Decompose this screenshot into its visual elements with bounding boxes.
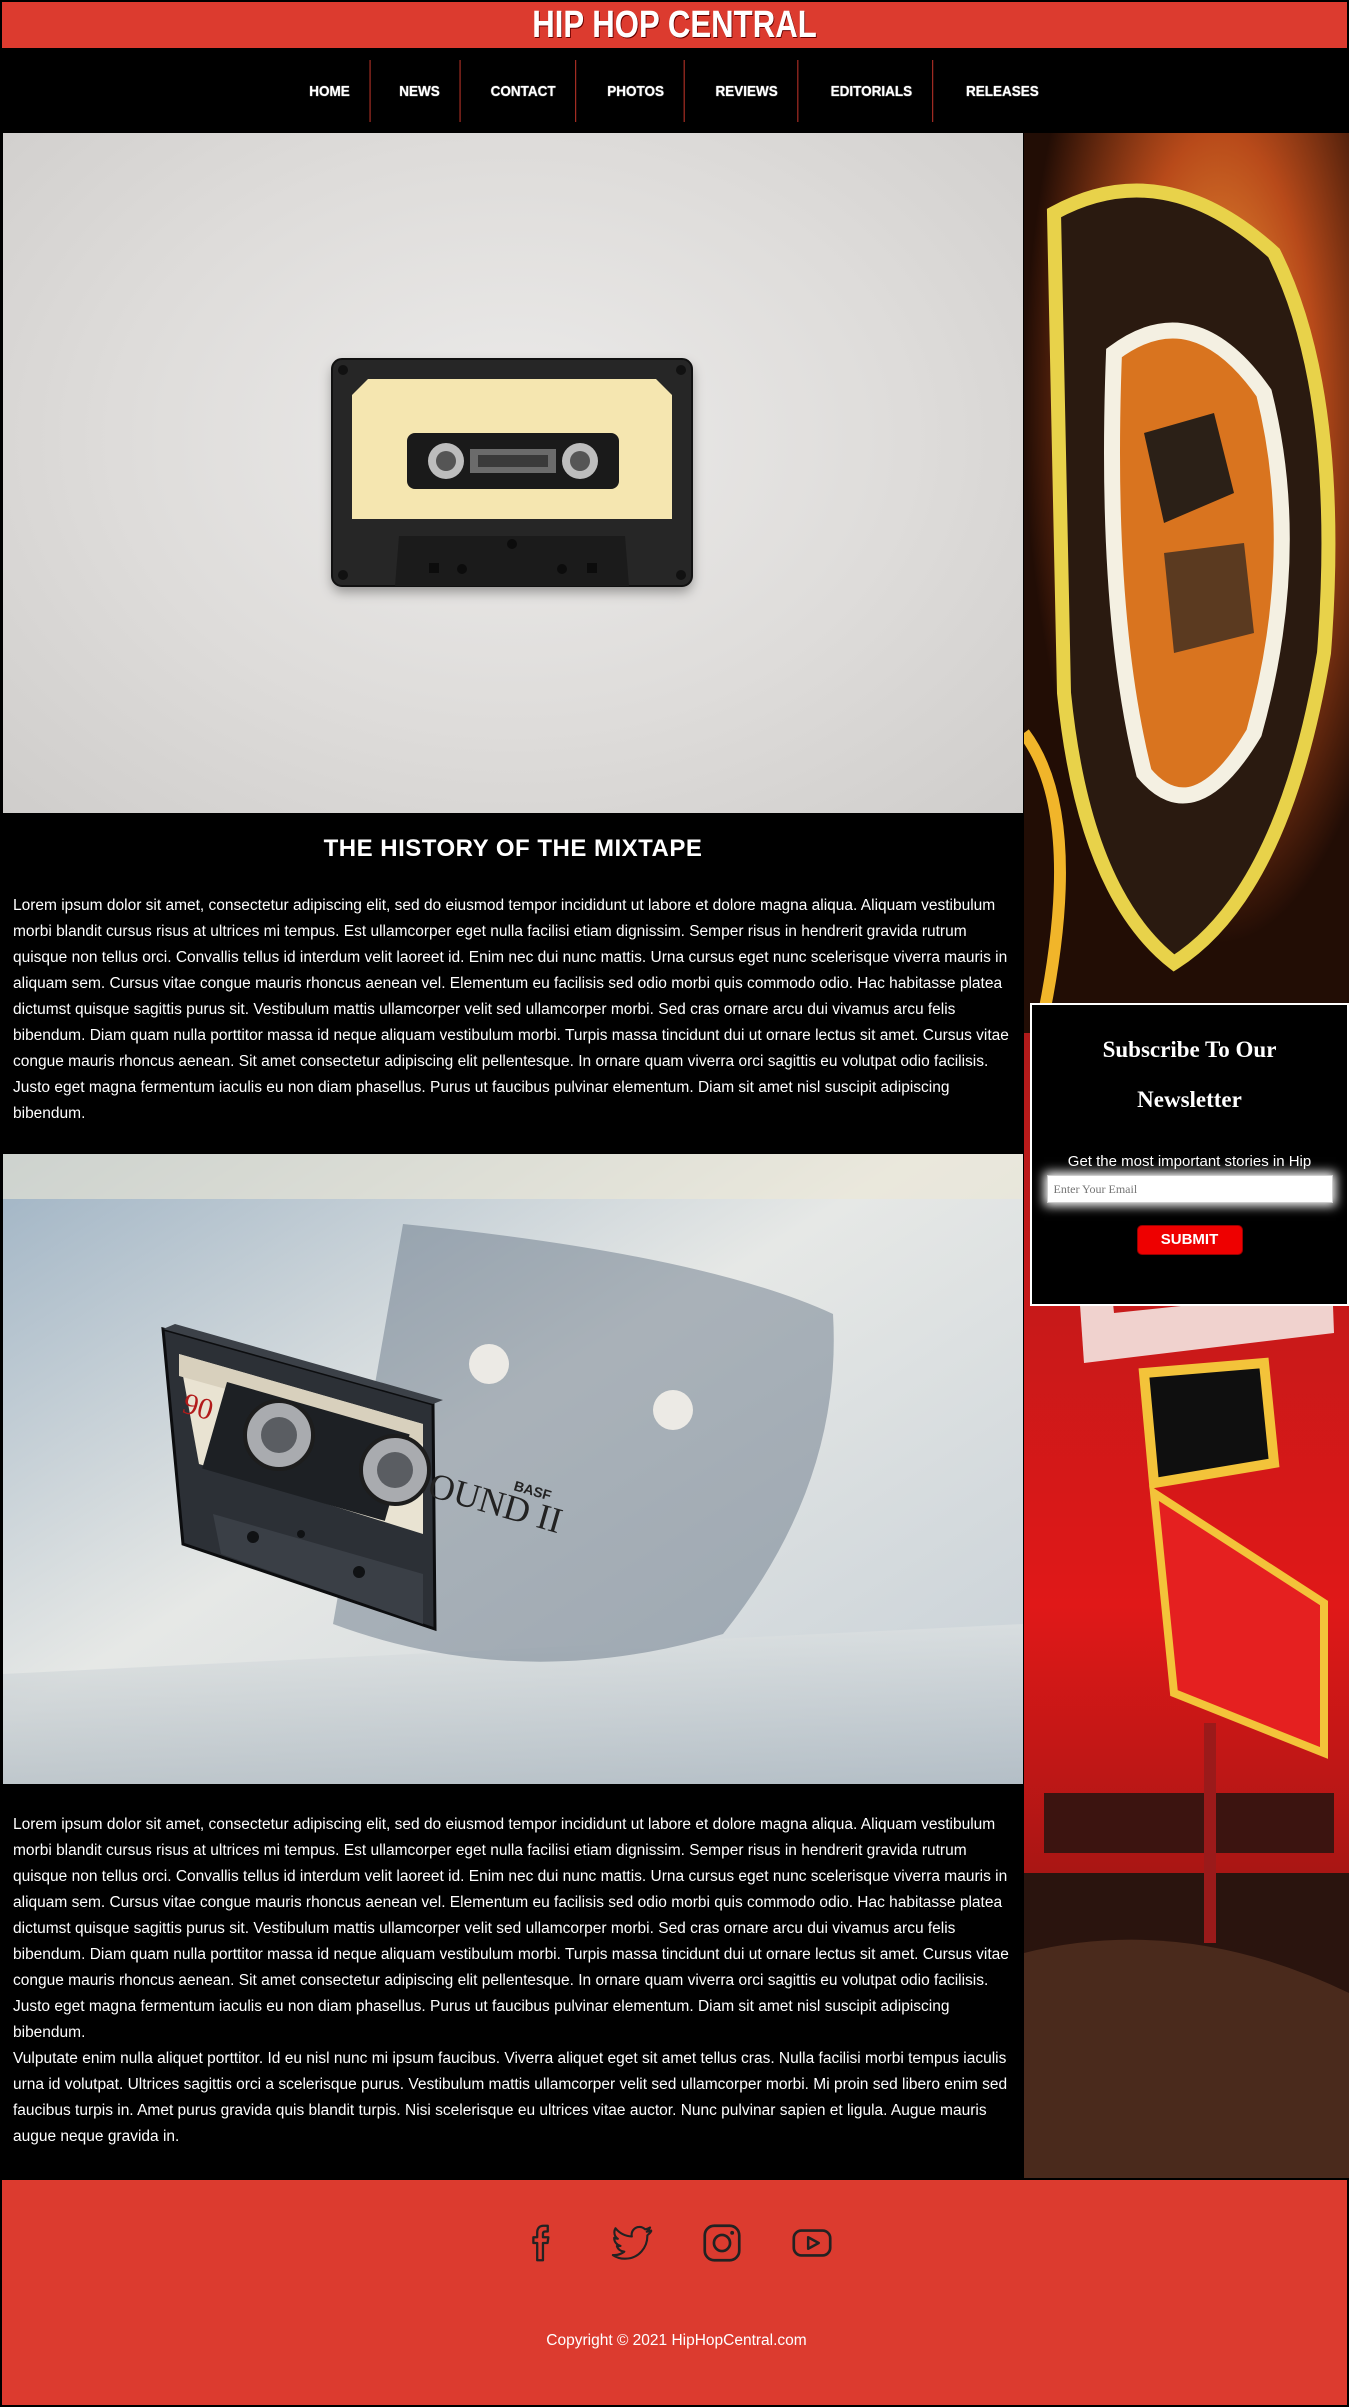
newsletter-title: Subscribe To Our Newsletter [1102,1037,1277,1112]
main-nav: HOME NEWS CONTACT PHOTOS REVIEWS EDITORI… [0,50,1349,132]
nav-item-editorials[interactable]: EDITORIALS [811,60,933,122]
youtube-icon[interactable] [789,2220,835,2266]
transparent-cassette-illustration: 90 SOUND II BASF [3,1154,1023,1784]
nav-item-home[interactable]: HOME [289,60,371,122]
social-links [2,2220,1349,2266]
newsletter-box: Subscribe To Our Newsletter Get the most… [1030,1003,1349,1306]
article-title: THE HISTORY OF THE MIXTAPE [323,835,703,862]
submit-button[interactable]: SUBMIT [1136,1225,1243,1255]
article-paragraph-3: Vulputate enim nulla aliquet porttitor. … [13,2050,1008,2145]
nav-item-photos[interactable]: PHOTOS [587,60,685,122]
article-paragraph-2: Lorem ipsum dolor sit amet, consectetur … [13,1816,1009,2041]
instagram-icon[interactable] [699,2220,745,2266]
nav-item-contact[interactable]: CONTACT [470,60,576,122]
facebook-icon[interactable] [519,2220,565,2266]
site-header: HIP HOP CENTRAL [0,0,1349,50]
article-paragraph-1: Lorem ipsum dolor sit amet, consectetur … [13,897,1009,1122]
transparent-cassette-image: 90 SOUND II BASF [3,1154,1023,1784]
site-title[interactable]: HIP HOP CENTRAL [532,4,817,47]
site-footer: Copyright © 2021 HipHopCentral.com [0,2178,1349,2407]
cassette-illustration [331,358,693,587]
nav-item-news[interactable]: NEWS [379,60,461,122]
copyright-text: Copyright © 2021 HipHopCentral.com [546,2332,807,2349]
hero-cassette-image [3,133,1023,813]
nav-item-reviews[interactable]: REVIEWS [696,60,799,122]
twitter-icon[interactable] [609,2220,655,2266]
nav-item-releases[interactable]: RELEASES [946,60,1058,122]
email-input[interactable] [1046,1175,1333,1203]
